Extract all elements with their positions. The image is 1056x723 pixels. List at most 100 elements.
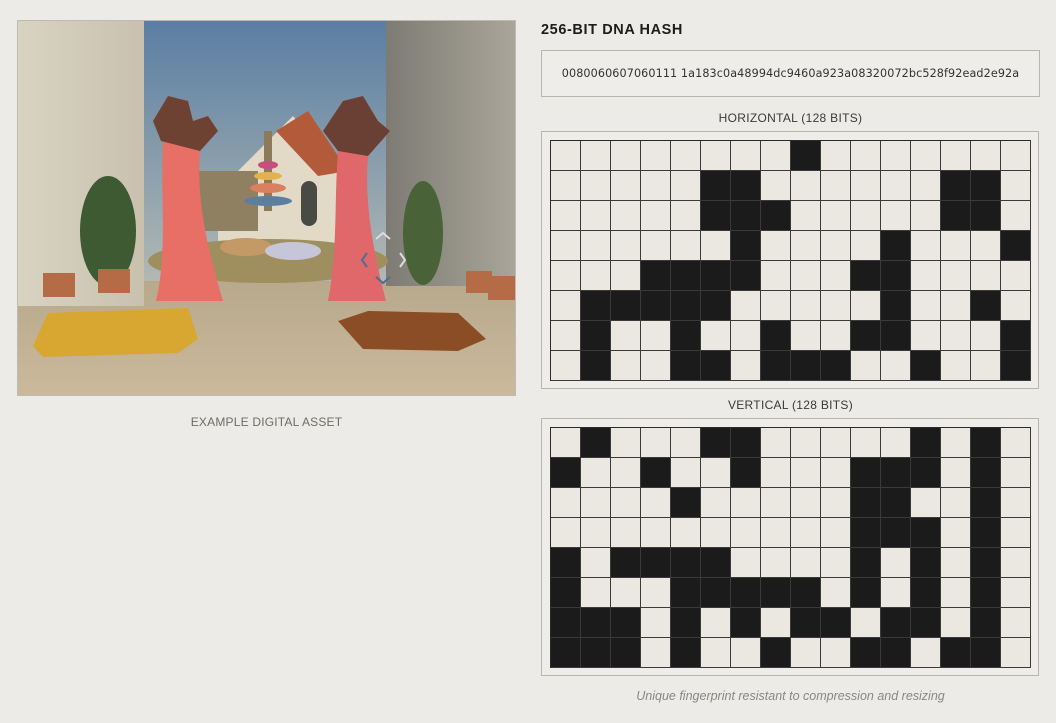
vertical-bit-cell [671, 458, 701, 488]
horizontal-bit-cell [611, 231, 641, 261]
vertical-bit-cell [881, 638, 911, 668]
horizontal-bit-cell [731, 291, 761, 321]
horizontal-bit-cell [761, 231, 791, 261]
horizontal-bit-cell [611, 351, 641, 381]
vertical-bit-cell [581, 488, 611, 518]
horizontal-bit-cell [881, 261, 911, 291]
vertical-bit-cell [671, 518, 701, 548]
vertical-bit-cell [941, 488, 971, 518]
vertical-bit-cell [851, 548, 881, 578]
vertical-bit-cell [581, 458, 611, 488]
vertical-bit-cell [1001, 488, 1031, 518]
horizontal-bit-cell [1001, 171, 1031, 201]
horizontal-bit-cell [971, 321, 1001, 351]
horizontal-bit-cell [821, 231, 851, 261]
horizontal-bit-cell [611, 261, 641, 291]
vertical-bit-cell [551, 638, 581, 668]
horizontal-bit-cell [1001, 291, 1031, 321]
hash-value-box[interactable]: 0080060607060111 1a183c0a48994dc9460a923… [541, 50, 1040, 97]
horizontal-bit-cell [761, 351, 791, 381]
horizontal-bit-cell [881, 351, 911, 381]
vertical-bit-cell [551, 578, 581, 608]
vertical-bit-cell [701, 488, 731, 518]
horizontal-bit-cell [911, 231, 941, 261]
vertical-bit-cell [821, 518, 851, 548]
vertical-bit-cell [941, 608, 971, 638]
horizontal-bit-cell [731, 321, 761, 351]
vertical-bit-cell [1001, 638, 1031, 668]
vertical-bit-cell [1001, 578, 1031, 608]
vertical-bit-cell [851, 458, 881, 488]
vertical-bit-cell [611, 548, 641, 578]
vertical-bit-cell [851, 428, 881, 458]
hash-panel: 256-BIT DNA HASH 0080060607060111 1a183c… [541, 20, 1040, 676]
horizontal-bit-cell [731, 231, 761, 261]
vertical-bit-cell [731, 488, 761, 518]
horizontal-bit-cell [1001, 201, 1031, 231]
vertical-bit-cell [791, 518, 821, 548]
horizontal-bit-cell [641, 261, 671, 291]
horizontal-bit-cell [611, 321, 641, 351]
vertical-bit-cell [941, 638, 971, 668]
horizontal-bit-cell [551, 291, 581, 321]
vertical-bit-cell [941, 548, 971, 578]
horizontal-bit-cell [881, 291, 911, 321]
horizontal-bit-cell [581, 201, 611, 231]
horizontal-bit-grid [550, 140, 1031, 381]
horizontal-bit-cell [821, 261, 851, 291]
horizontal-bit-cell [641, 171, 671, 201]
vertical-bit-cell [761, 608, 791, 638]
horizontal-bit-cell [821, 291, 851, 321]
vertical-bit-cell [881, 608, 911, 638]
vertical-bit-cell [611, 488, 641, 518]
vertical-bit-cell [641, 638, 671, 668]
horizontal-bit-cell [701, 171, 731, 201]
vertical-bit-cell [881, 518, 911, 548]
vertical-bit-cell [761, 638, 791, 668]
vertical-bit-cell [701, 548, 731, 578]
vertical-bit-cell [611, 518, 641, 548]
vertical-bit-cell [851, 488, 881, 518]
vertical-bit-cell [821, 488, 851, 518]
vertical-bit-cell [641, 518, 671, 548]
vertical-bit-cell [971, 548, 1001, 578]
horizontal-bit-cell [731, 351, 761, 381]
vertical-bit-cell [821, 578, 851, 608]
horizontal-bit-cell [551, 351, 581, 381]
horizontal-bit-cell [821, 171, 851, 201]
vertical-bit-cell [791, 428, 821, 458]
horizontal-bit-cell [971, 291, 1001, 321]
vertical-bit-cell [911, 428, 941, 458]
horizontal-bit-cell [881, 171, 911, 201]
horizontal-bit-cell [911, 351, 941, 381]
horizontal-bit-cell [881, 141, 911, 171]
vertical-bit-cell [1001, 518, 1031, 548]
horizontal-bit-cell [851, 321, 881, 351]
horizontal-bit-cell [551, 261, 581, 291]
horizontal-bit-cell [731, 171, 761, 201]
vertical-bit-cell [821, 458, 851, 488]
horizontal-bit-cell [851, 171, 881, 201]
horizontal-bit-cell [791, 291, 821, 321]
horizontal-bit-cell [641, 351, 671, 381]
vertical-bit-cell [761, 428, 791, 458]
vertical-bit-cell [551, 608, 581, 638]
vertical-bit-cell [701, 518, 731, 548]
vertical-bit-grid [550, 427, 1031, 668]
vertical-bit-cell [791, 548, 821, 578]
vertical-bit-cell [611, 428, 641, 458]
horizontal-bit-cell [581, 351, 611, 381]
vertical-bit-cell [911, 518, 941, 548]
horizontal-bit-cell [941, 231, 971, 261]
horizontal-bit-cell [551, 171, 581, 201]
horizontal-bit-cell [581, 231, 611, 261]
tagline: Unique fingerprint resistant to compress… [636, 689, 945, 703]
vertical-bit-cell [821, 428, 851, 458]
horizontal-bit-cell [971, 171, 1001, 201]
vertical-bit-cell [761, 518, 791, 548]
horizontal-bit-cell [551, 231, 581, 261]
horizontal-bit-cell [761, 261, 791, 291]
horizontal-bit-cell [761, 291, 791, 321]
horizontal-bit-cell [941, 201, 971, 231]
horizontal-bit-cell [851, 261, 881, 291]
